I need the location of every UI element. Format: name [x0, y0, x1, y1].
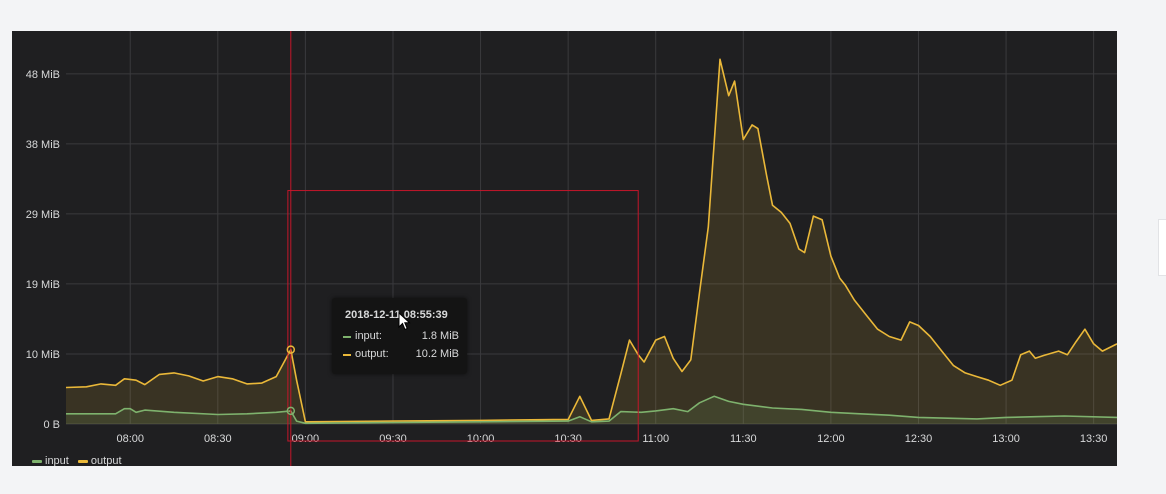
x-tick-label: 12:30: [905, 433, 933, 445]
tooltip-value-input: 1.8 MiB: [421, 330, 459, 342]
overlay-layer: [286, 31, 639, 466]
y-tick-label: 48 MiB: [26, 69, 60, 81]
chart-svg[interactable]: 0 B 10 MiB 19 MiB 29 MiB 38 MiB 48 MiB 08:00 08…: [12, 31, 1117, 466]
y-tick-label: 19 MiB: [26, 279, 60, 291]
legend-swatch-output: [77, 459, 88, 463]
y-tick-label: 29 MiB: [26, 209, 60, 221]
grid-layer: [66, 31, 1117, 425]
x-tick-label: 13:30: [1080, 433, 1108, 445]
y-tick-label: 38 MiB: [26, 139, 60, 151]
tooltip-label-input: input:: [355, 330, 382, 342]
legend-item-input[interactable]: input: [32, 455, 69, 466]
hover-tooltip: 2018-12-11 08:55:39 input: 1.8 MiB outpu…: [332, 298, 467, 374]
side-panel-tab[interactable]: [1158, 219, 1166, 276]
tooltip-label-output: output:: [355, 348, 389, 360]
x-tick-label: 11:30: [730, 433, 757, 445]
graph-panel: 0 B 10 MiB 19 MiB 29 MiB 38 MiB 48 MiB 08:00 08…: [12, 31, 1117, 466]
x-tick-label: 09:00: [292, 433, 320, 445]
x-tick-label: 08:30: [204, 433, 232, 445]
legend-swatch-input: [32, 459, 42, 463]
legend-label-output: output: [90, 455, 122, 466]
x-tick-label: 08:00: [116, 433, 144, 445]
x-tick-label: 10:30: [554, 433, 582, 445]
series-line-output[interactable]: [65, 58, 1117, 423]
x-tick-label: 10:00: [467, 433, 495, 445]
legend-label-input: input: [45, 455, 69, 466]
area-layer: [65, 58, 1117, 425]
x-tick-label: 09:30: [379, 433, 407, 445]
x-tick-label: 11:00: [642, 433, 669, 445]
tooltip-row-output: output: 10.2 MiB: [343, 348, 459, 362]
tooltip-swatch-output: [343, 354, 351, 356]
tooltip-swatch-input: [343, 336, 351, 338]
chart-legend: input output: [32, 455, 128, 466]
mouse-pointer-icon: [398, 312, 411, 331]
x-tick-label: 12:00: [817, 433, 845, 445]
y-tick-label: 10 MiB: [26, 349, 60, 361]
tooltip-value-output: 10.2 MiB: [415, 348, 459, 360]
tooltip-time: 2018-12-11 08:55:39: [345, 309, 448, 321]
tooltip-row-input: input: 1.8 MiB: [343, 330, 459, 344]
x-tick-label: 13:00: [992, 433, 1020, 445]
y-tick-label: 0 B: [43, 419, 60, 431]
legend-item-output[interactable]: output: [77, 455, 122, 466]
